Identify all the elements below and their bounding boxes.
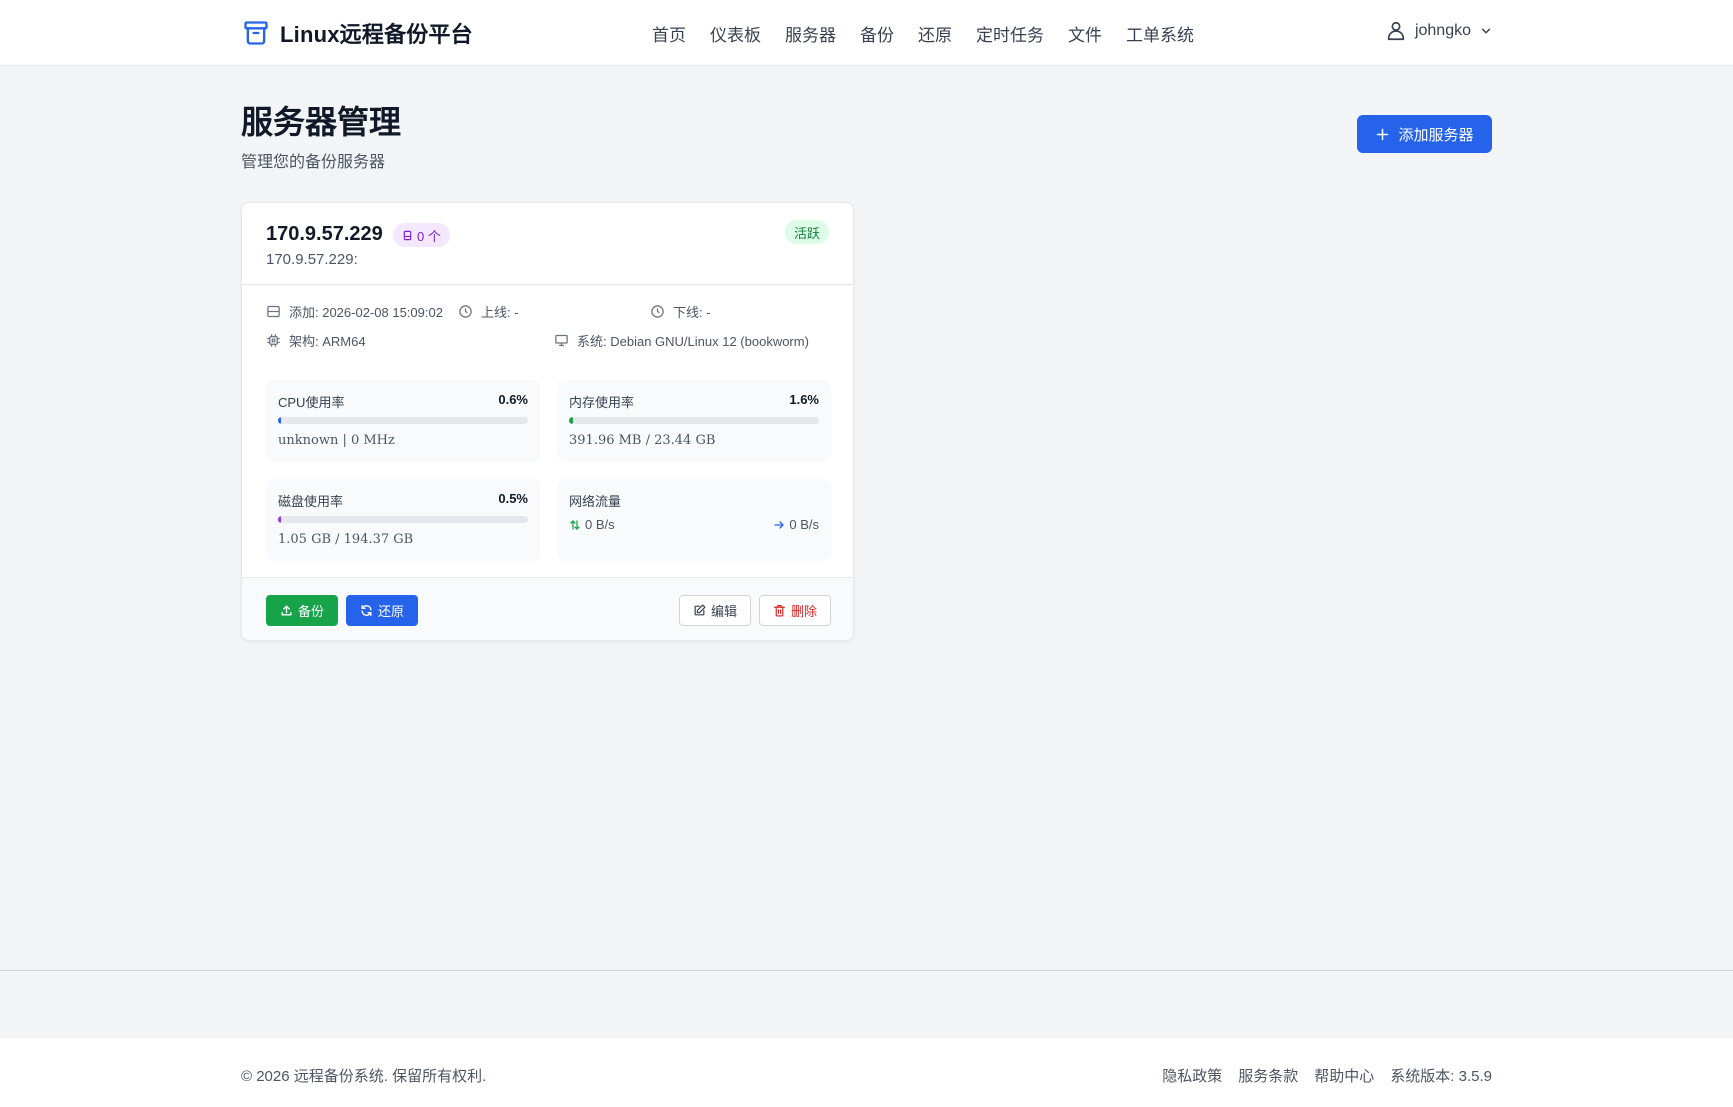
disk-usage-bar [278,516,528,523]
memory-info: 391.96 MB / 23.44 GB [569,433,716,448]
monitor-icon [555,334,568,347]
backup-label: 备份 [297,604,324,619]
nav-item-servers[interactable]: 服务器 [785,21,836,46]
drive-icon [267,305,280,318]
memory-usage-panel: 内存使用率 1.6% 391.96 MB / 23.44 GB [557,380,831,462]
edit-label: 编辑 [710,604,737,619]
system-version: 系统版本: 3.5.9 [1390,1068,1492,1085]
trash-icon [774,605,785,617]
network-upload: 0 B/s [569,517,615,532]
server-address: 170.9.57.229: [266,251,358,268]
top-navbar: Linux远程备份平台 首页 仪表板 服务器 备份 还原 定时任务 文件 工单系… [0,0,1733,66]
footer: © 2026 远程备份系统. 保留所有权利. 隐私政策 服务条款 帮助中心 系统… [0,1038,1733,1107]
architecture-text: 架构: ARM64 [289,334,366,349]
chevron-down-icon [1481,28,1491,34]
backup-button[interactable]: 备份 [266,595,338,626]
delete-label: 删除 [790,604,817,619]
brand-name: Linux远程备份平台 [280,22,473,47]
cpu-chip-icon [267,334,280,347]
disk-usage-value: 0.5% [498,491,528,506]
cpu-usage-value: 0.6% [498,392,528,407]
disk-info: 1.05 GB / 194.37 GB [278,532,414,547]
server-card: 170.9.57.229 0 个 170.9.57.229: 活跃 添加: 20… [241,202,854,641]
user-menu[interactable]: johngko [1385,20,1493,42]
database-icon [403,230,412,240]
restore-label: 还原 [377,604,404,619]
main-nav: 首页 仪表板 服务器 备份 还原 定时任务 文件 工单系统 [652,21,1218,46]
clock-icon [651,305,664,318]
footer-divider [0,970,1733,971]
cpu-usage-label: CPU使用率 [278,395,345,410]
edit-icon [694,604,706,616]
network-upload-value: 0 B/s [585,517,615,532]
os-text: 系统: Debian GNU/Linux 12 (bookworm) [577,334,809,349]
server-card-actions: 备份 还原 编辑 删除 [242,577,853,640]
delete-button[interactable]: 删除 [759,595,831,626]
privacy-policy-link[interactable]: 隐私政策 [1162,1065,1222,1086]
add-server-button[interactable]: 添加服务器 [1357,115,1492,153]
operating-system: 系统: Debian GNU/Linux 12 (bookworm) [554,331,809,350]
online-time: 上线: - [458,302,519,321]
nav-item-backup[interactable]: 备份 [860,21,894,46]
disk-usage-fill [278,516,281,523]
cpu-usage-panel: CPU使用率 0.6% unknown | 0 MHz [266,380,540,462]
edit-button[interactable]: 编辑 [679,595,751,626]
help-center-link[interactable]: 帮助中心 [1314,1065,1374,1086]
memory-usage-label: 内存使用率 [569,395,635,410]
up-down-arrows-icon [570,519,580,530]
network-download: 0 B/s [773,517,819,532]
nav-item-dashboard[interactable]: 仪表板 [710,21,761,46]
backup-count: 0 个 [417,228,441,244]
username: johngko [1414,22,1471,39]
network-traffic-panel: 网络流量 0 B/s 0 B/s [557,479,831,561]
offline-time: 下线: - [650,302,711,321]
server-host: 170.9.57.229 [266,223,383,245]
disk-usage-label: 磁盘使用率 [278,494,344,509]
online-text: 上线: - [481,305,519,320]
added-time: 添加: 2026-02-08 15:09:02 [266,302,443,321]
add-server-label: 添加服务器 [1398,126,1474,144]
disk-usage-panel: 磁盘使用率 0.5% 1.05 GB / 194.37 GB [266,479,540,561]
refresh-icon [361,604,372,617]
memory-usage-bar [569,417,819,424]
status-badge: 活跃 [784,220,829,244]
nav-item-files[interactable]: 文件 [1068,21,1102,46]
memory-usage-fill [569,417,573,424]
nav-item-tickets[interactable]: 工单系统 [1126,21,1194,46]
copyright: © 2026 远程备份系统. 保留所有权利. [241,1068,487,1085]
terms-of-service-link[interactable]: 服务条款 [1238,1065,1298,1086]
user-icon [1387,21,1405,41]
nav-item-home[interactable]: 首页 [652,21,686,46]
arrow-right-icon [774,520,784,529]
page-subtitle: 管理您的备份服务器 [241,154,386,171]
page-title: 服务器管理 [241,104,402,140]
brand[interactable]: Linux远程备份平台 [242,17,473,49]
cpu-usage-bar [278,417,528,424]
plus-icon [1377,128,1389,140]
backup-count-badge: 0 个 [393,223,450,247]
offline-text: 下线: - [673,305,711,320]
memory-usage-value: 1.6% [789,392,819,407]
cpu-usage-fill [278,417,281,424]
upload-icon [281,605,292,616]
nav-item-scheduled-tasks[interactable]: 定时任务 [976,21,1044,46]
restore-button[interactable]: 还原 [346,595,418,626]
nav-item-restore[interactable]: 还原 [918,21,952,46]
added-text: 添加: 2026-02-08 15:09:02 [289,305,443,320]
footer-links: 隐私政策 服务条款 帮助中心 系统版本: 3.5.9 [1162,1065,1492,1086]
server-card-header: 170.9.57.229 0 个 170.9.57.229: 活跃 [242,203,853,285]
archive-box-icon [244,21,268,45]
cpu-info: unknown | 0 MHz [278,433,395,448]
network-traffic-label: 网络流量 [569,494,622,509]
network-download-value: 0 B/s [789,517,819,532]
architecture: 架构: ARM64 [266,331,366,350]
clock-icon [459,305,472,318]
